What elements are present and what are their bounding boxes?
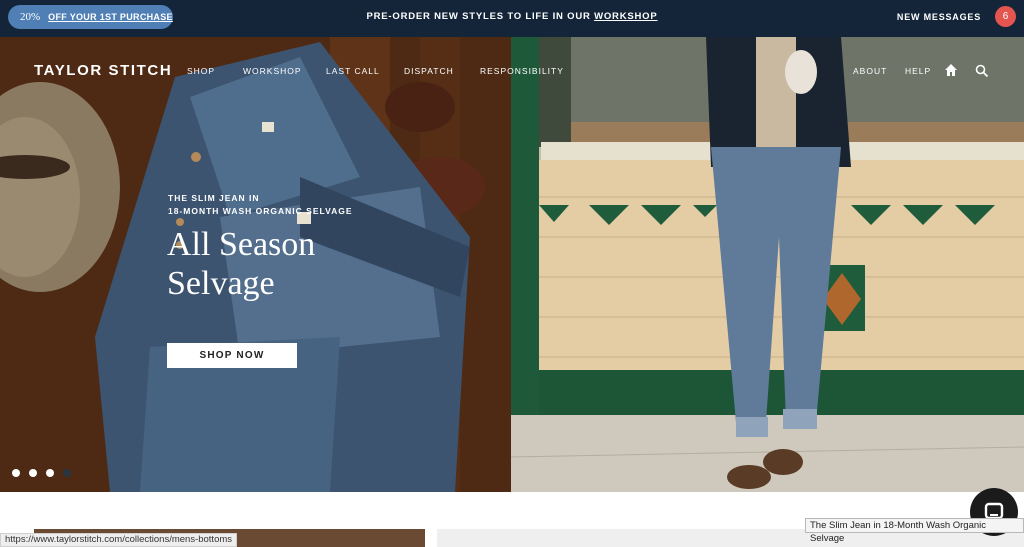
model-photo — [511, 37, 1024, 492]
workshop-link[interactable]: WORKSHOP — [594, 11, 657, 22]
link-tooltip: The Slim Jean in 18-Month Wash Organic S… — [805, 518, 1024, 544]
nav-dispatch[interactable]: DISPATCH — [404, 66, 454, 76]
carousel-dot-3[interactable] — [46, 469, 54, 477]
hero-eyebrow: THE SLIM JEAN IN 18-MONTH WASH ORGANIC S… — [168, 192, 353, 218]
message-count-badge[interactable]: 6 — [995, 6, 1016, 27]
promo-link[interactable]: OFF YOUR 1ST PURCHASE — [48, 12, 173, 22]
hero-banner[interactable]: TAYLOR STITCH SHOP WORKSHOP LAST CALL DI… — [0, 37, 1024, 492]
hero-eyebrow-line1: THE SLIM JEAN IN — [168, 193, 260, 203]
status-bar-url: https://www.taylorstitch.com/collections… — [0, 533, 238, 547]
nav-workshop[interactable]: WORKSHOP — [243, 66, 302, 76]
carousel-dots — [12, 469, 71, 477]
new-messages-label[interactable]: NEW MESSAGES — [897, 12, 981, 22]
search-icon[interactable] — [975, 64, 989, 78]
nav-last-call[interactable]: LAST CALL — [326, 66, 380, 76]
hero-headline-line2: Selvage — [167, 265, 275, 302]
hero-eyebrow-line2: 18-MONTH WASH ORGANIC SELVAGE — [168, 206, 353, 216]
carousel-dot-2[interactable] — [29, 469, 37, 477]
hero-headline-line1: All Season — [167, 226, 316, 263]
promo-pill[interactable]: 20% OFF YOUR 1ST PURCHASE — [8, 5, 173, 29]
hero-image-model — [511, 37, 1024, 492]
carousel-dot-4[interactable] — [63, 469, 71, 477]
promo-percent: 20% — [20, 11, 41, 23]
home-icon[interactable] — [944, 63, 958, 77]
carousel-dot-1[interactable] — [12, 469, 20, 477]
nav-help[interactable]: HELP — [905, 66, 931, 76]
nav-responsibility[interactable]: RESPONSIBILITY — [480, 66, 564, 76]
nav-about[interactable]: ABOUT — [853, 66, 887, 76]
hero-headline[interactable]: All Season Selvage — [167, 225, 427, 303]
announcement-copy: PRE-ORDER NEW STYLES TO LIFE IN OUR — [366, 11, 595, 22]
nav-shop[interactable]: SHOP — [187, 66, 215, 76]
shop-now-button[interactable]: SHOP NOW — [167, 343, 297, 368]
taylor-stitch-logo[interactable]: TAYLOR STITCH — [34, 62, 172, 79]
announcement-bar: 20% OFF YOUR 1ST PURCHASE PRE-ORDER NEW … — [0, 0, 1024, 37]
